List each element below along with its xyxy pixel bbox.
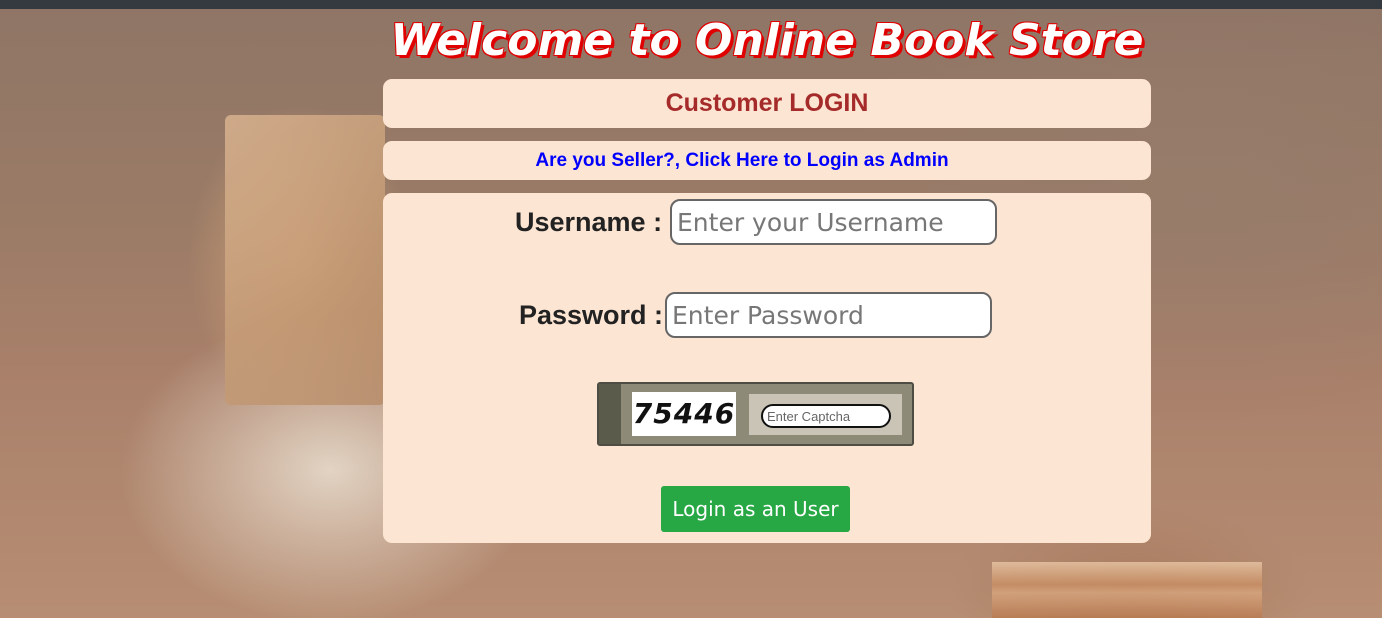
welcome-title: Welcome to Online Book Store bbox=[390, 15, 1144, 66]
password-input[interactable] bbox=[665, 292, 992, 338]
seller-link-panel: Are you Seller?, Click Here to Login as … bbox=[383, 141, 1151, 180]
captcha-input-wrapper bbox=[749, 394, 902, 435]
page-title: Customer LOGIN bbox=[665, 89, 869, 117]
password-label: Password : bbox=[519, 300, 664, 330]
username-label: Username : bbox=[515, 207, 663, 237]
captcha-widget: 75446 bbox=[597, 382, 914, 446]
login-title-panel: Customer LOGIN bbox=[383, 79, 1151, 128]
background-book-stack bbox=[992, 562, 1262, 618]
captcha-input[interactable] bbox=[761, 404, 891, 428]
background-book bbox=[225, 115, 385, 405]
captcha-strip bbox=[599, 384, 621, 444]
captcha-code: 75446 bbox=[632, 392, 736, 436]
login-form: Username : Password : 75446 Login as an … bbox=[383, 193, 1151, 543]
password-row: Password : bbox=[383, 292, 1151, 338]
username-input[interactable] bbox=[670, 199, 997, 245]
admin-login-link[interactable]: Are you Seller?, Click Here to Login as … bbox=[535, 141, 948, 180]
username-row: Username : bbox=[383, 199, 1151, 245]
top-bar bbox=[0, 0, 1382, 9]
login-button[interactable]: Login as an User bbox=[661, 486, 850, 532]
